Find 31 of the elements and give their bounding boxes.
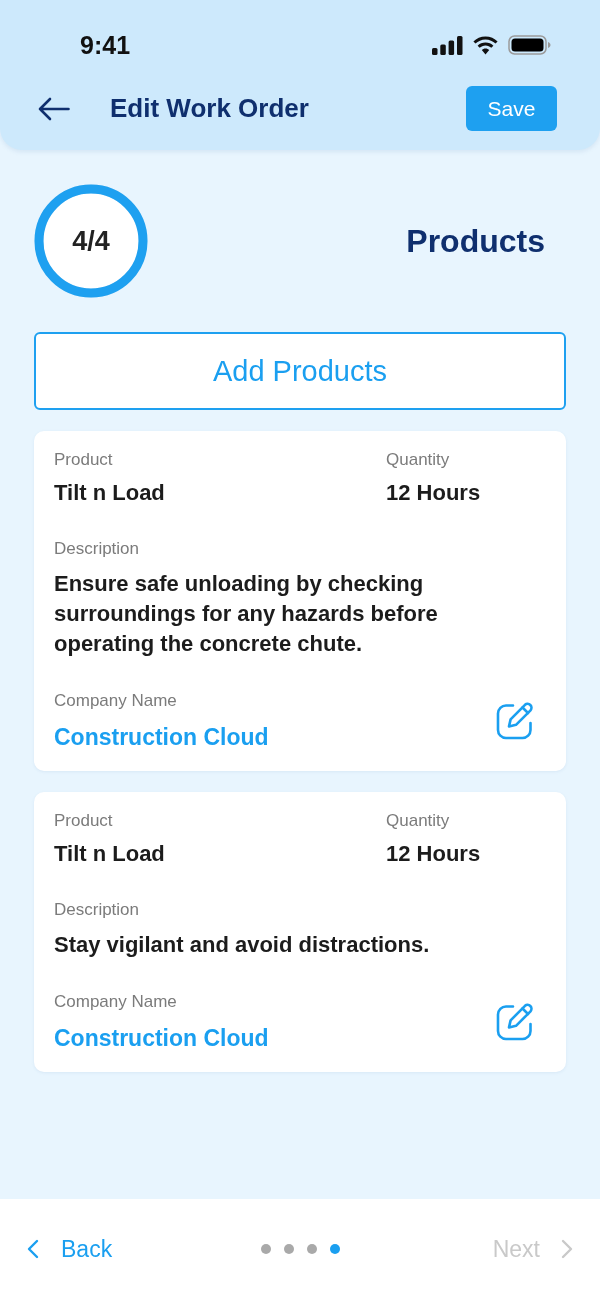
description-text: Ensure safe unloading by checking surroundings for any hazards before operating the concrete chute.	[54, 570, 439, 658]
section-title: Products	[406, 222, 545, 260]
edit-icon[interactable]	[496, 702, 534, 740]
save-button[interactable]: Save	[466, 86, 557, 131]
field-label: Quantity	[386, 449, 450, 471]
field-label: Company Name	[54, 991, 177, 1013]
product-name: Tilt n Load	[54, 479, 165, 507]
description-text: Stay vigilant and avoid distractions.	[54, 931, 430, 959]
wifi-icon	[473, 35, 498, 55]
chevron-right-icon	[561, 1239, 573, 1259]
field-label: Product	[54, 449, 113, 471]
field-label: Company Name	[54, 690, 177, 712]
field-label: Product	[54, 810, 113, 832]
field-label: Description	[54, 899, 140, 921]
edit-icon[interactable]	[496, 1003, 534, 1041]
chevron-left-icon	[27, 1239, 39, 1259]
step-counter: 4/4	[72, 225, 110, 257]
back-button[interactable]: Back	[27, 1231, 113, 1267]
page-title: Edit Work Order	[110, 93, 310, 124]
product-name: Tilt n Load	[54, 840, 165, 868]
add-products-button[interactable]: Add Products	[34, 332, 566, 410]
signal-icon	[432, 35, 463, 55]
company-name: Construction Cloud	[54, 1024, 269, 1053]
status-time: 9:41	[80, 30, 131, 61]
quantity-value: 12 Hours	[386, 479, 481, 507]
field-label: Description	[54, 538, 140, 560]
quantity-value: 12 Hours	[386, 840, 481, 868]
battery-icon	[508, 35, 551, 55]
back-arrow-icon[interactable]	[38, 96, 70, 121]
company-name: Construction Cloud	[54, 723, 269, 752]
field-label: Quantity	[386, 810, 450, 832]
